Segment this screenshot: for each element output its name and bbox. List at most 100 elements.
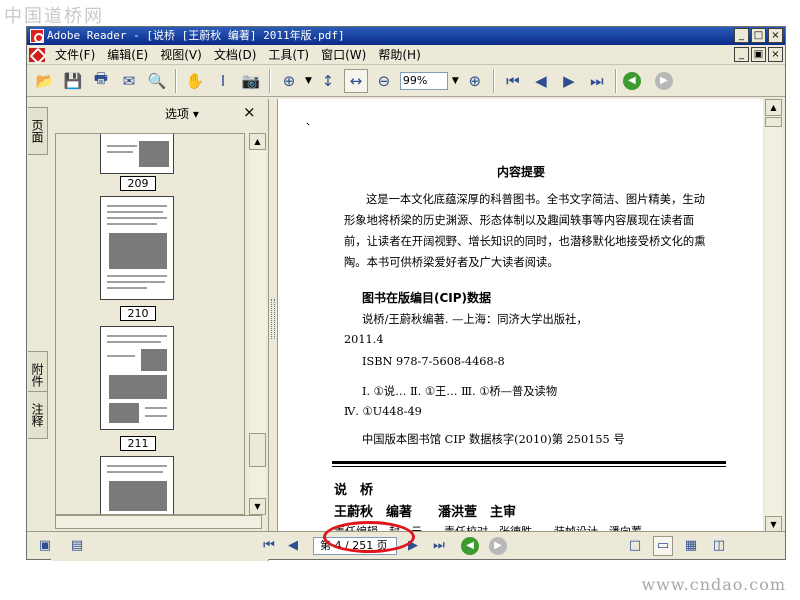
close-panel-icon[interactable]: × — [243, 103, 256, 121]
hand-tool-icon[interactable]: ✋ — [183, 69, 207, 93]
continuous-facing-icon[interactable]: ◫ — [709, 536, 729, 556]
scroll-up-icon[interactable]: ▲ — [249, 133, 266, 150]
tab-comments[interactable]: 注释 — [28, 391, 48, 439]
zoom-dropdown-icon[interactable]: ▼ — [452, 76, 459, 86]
page-thumbnail[interactable] — [100, 196, 174, 300]
continuous-icon[interactable]: ▭ — [653, 535, 673, 556]
window-title: Adobe Reader - [说桥 [王蔚秋 编著] 2011年版.pdf] — [47, 29, 345, 42]
thumbnail-hscrollbar[interactable] — [55, 515, 262, 529]
menu-tools[interactable]: 工具(T) — [262, 45, 315, 65]
book-authors: 王蔚秋 编著 潘洪萱 主审 — [334, 505, 517, 520]
snapshot-icon[interactable]: 📷 — [239, 69, 263, 93]
print-icon[interactable]: 🖶 — [89, 69, 113, 93]
open-icon[interactable]: 📂 — [33, 69, 57, 93]
maximize-button[interactable]: □ — [751, 28, 766, 43]
scroll-thumb[interactable] — [249, 433, 266, 467]
doc-close-button[interactable]: × — [768, 47, 783, 62]
actual-size-icon[interactable]: ↕ — [316, 69, 340, 93]
pages-panel: 选项 ▾ × 209 210 211 ▲ ▼ — [51, 99, 269, 561]
thumbnail-list: 209 210 211 — [55, 133, 245, 515]
first-page-icon[interactable]: ⏮ — [501, 69, 525, 93]
back-icon[interactable]: ◀ — [622, 71, 641, 90]
window-controls: _ □ × — [734, 28, 783, 43]
menu-view[interactable]: 视图(V) — [154, 45, 208, 65]
pdf-document-icon[interactable] — [29, 47, 45, 62]
fit-width-icon[interactable]: ↔ — [343, 68, 368, 93]
next-page-icon[interactable]: ▶ — [557, 69, 581, 93]
menu-help[interactable]: 帮助(H) — [372, 45, 426, 65]
save-icon[interactable]: 💾 — [61, 69, 85, 93]
scroll-up-icon[interactable]: ▲ — [765, 99, 782, 116]
menu-file[interactable]: 文件(F) — [49, 45, 101, 65]
back-icon[interactable]: ◀ — [461, 536, 479, 555]
scroll-down-icon[interactable]: ▼ — [249, 498, 266, 515]
search-icon[interactable]: 🔍 — [145, 69, 169, 93]
last-page-icon[interactable]: ⏭ — [429, 536, 449, 556]
panel-splitter[interactable] — [271, 299, 275, 339]
zoom-plus-icon[interactable]: ⊕ — [463, 69, 487, 93]
page-thumbnail[interactable] — [100, 456, 174, 514]
doc-minimize-button[interactable]: _ — [734, 47, 749, 62]
site-watermark: 中国道桥网 — [4, 6, 104, 27]
forward-icon[interactable]: ▶ — [489, 536, 507, 555]
page-number-label: 211 — [120, 436, 156, 451]
menu-edit[interactable]: 编辑(E) — [101, 45, 154, 65]
close-button[interactable]: × — [768, 28, 783, 43]
document-view: 、 内容提要 这是一本文化底蕴深厚的科普图书。全书文字简洁、图片精美，生动形象地… — [277, 99, 763, 531]
email-icon[interactable]: ✉ — [117, 69, 141, 93]
adobe-reader-icon — [30, 29, 44, 43]
menu-window[interactable]: 窗口(W) — [315, 45, 372, 65]
page-thumbnail[interactable] — [100, 134, 174, 174]
zoom-in-icon[interactable]: ⊕ — [277, 69, 301, 93]
forward-icon[interactable]: ▶ — [654, 71, 673, 90]
zoom-tool-dropdown-icon[interactable]: ▼ — [305, 76, 312, 86]
divider-rule — [332, 466, 726, 467]
page-mark: 、 — [306, 117, 316, 128]
pages-panel-header: 选项 ▾ × — [51, 99, 268, 125]
isbn-line: ISBN 978-7-5608-4468-8 — [362, 355, 505, 368]
scroll-thumb[interactable] — [765, 117, 782, 127]
book-title: 说 桥 — [334, 483, 374, 498]
reader-window: Adobe Reader - [说桥 [王蔚秋 编著] 2011年版.pdf] … — [26, 26, 786, 561]
zoom-out-icon[interactable]: ⊖ — [372, 69, 396, 93]
page-number-highlight — [323, 521, 415, 553]
options-menu[interactable]: 选项 ▾ — [165, 105, 199, 122]
page-thumbnail[interactable] — [100, 326, 174, 430]
toolbar-separator — [269, 68, 271, 93]
toolbar-separator — [492, 68, 495, 93]
toolbar-separator — [614, 68, 617, 93]
doc-restore-button[interactable]: ▣ — [751, 47, 766, 62]
divider-rule — [332, 461, 726, 464]
menu-document[interactable]: 文档(D) — [208, 45, 263, 65]
navigation-tabs: 页面 附件 注释 — [27, 99, 49, 519]
prev-page-icon[interactable]: ◀ — [529, 69, 553, 93]
site-url-watermark: www.cndao.com — [641, 575, 786, 594]
document-scrollbar[interactable]: ▲ ▼ — [765, 99, 782, 533]
show-hide-navigation-icon[interactable]: ▣ — [35, 536, 55, 556]
prev-page-icon[interactable]: ◀ — [283, 536, 303, 556]
first-page-icon[interactable]: ⏮ — [259, 536, 279, 556]
cip-line-2: 2011.4 — [344, 333, 384, 346]
select-text-icon[interactable]: I — [211, 69, 235, 93]
title-bar: Adobe Reader - [说桥 [王蔚秋 编著] 2011年版.pdf] … — [27, 27, 785, 45]
toolbar-separator — [175, 68, 177, 93]
cip-heading: 图书在版编目(CIP)数据 — [362, 291, 492, 305]
facing-icon[interactable]: ▦ — [681, 536, 701, 556]
main-toolbar: 📂 💾 🖶 ✉ 🔍 ✋ I 📷 ⊕ ▼ ↕ ↔ ⊖ 99% ▼ ⊕ ⏮ ◀ ▶ … — [27, 65, 785, 97]
thumbnail-scrollbar[interactable]: ▲ ▼ — [249, 133, 266, 515]
panel-options-icon[interactable]: ▤ — [67, 536, 87, 556]
cip-line-1: 说桥/王蔚秋编著. —上海：同济大学出版社， — [362, 313, 588, 326]
last-page-icon[interactable]: ⏭ — [585, 69, 609, 93]
page-number-label: 210 — [120, 306, 156, 321]
document-controls: _ ▣ × — [734, 47, 783, 62]
menu-bar: 文件(F) 编辑(E) 视图(V) 文档(D) 工具(T) 窗口(W) 帮助(H… — [27, 45, 785, 65]
zoom-input[interactable]: 99% — [399, 71, 448, 90]
tab-pages[interactable]: 页面 — [28, 107, 48, 155]
classification-line-1: Ⅰ. ①说… Ⅱ. ①王… Ⅲ. ①桥—普及读物 — [362, 385, 558, 398]
classification-line-2: Ⅳ. ①U448-49 — [344, 405, 422, 418]
summary-paragraph: 这是一本文化底蕴深厚的科普图书。全书文字简洁、图片精美，生动形象地将桥梁的历史渊… — [344, 193, 706, 269]
page-number-label: 209 — [120, 176, 156, 191]
single-page-icon[interactable]: □ — [625, 536, 645, 556]
cip-number-line: 中国版本图书馆 CIP 数据核字(2010)第 250155 号 — [362, 433, 625, 446]
minimize-button[interactable]: _ — [734, 28, 749, 43]
